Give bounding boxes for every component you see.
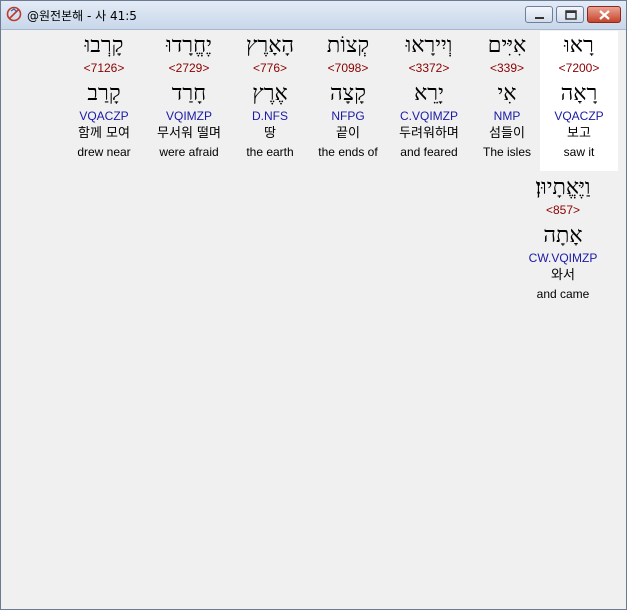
korean-gloss: 함께 모여 [78, 126, 130, 141]
parsing-code: C.VQIMZP [399, 109, 458, 123]
lemma: קָצָה [330, 81, 366, 106]
korean-gloss: 와서 [551, 268, 575, 283]
interlinear-view: רָאוּ <7200> רָאָה VQACZP 보고 saw it אִיִ… [5, 31, 622, 605]
word-column[interactable]: הָאָרֶץ <776> אֶרֶץ D.NFS 땅 the earth [231, 31, 309, 160]
maximize-button[interactable] [556, 6, 584, 23]
strong-number[interactable]: <857> [513, 203, 613, 218]
maximize-icon [565, 10, 577, 20]
lemma: אָתָה [543, 223, 583, 248]
minimize-button[interactable] [525, 6, 553, 23]
app-icon [6, 6, 22, 22]
word-column[interactable]: קָרְבוּ <7126> קָרַב VQACZP 함께 모여 drew n… [65, 31, 143, 160]
strong-number[interactable]: <7200> [540, 61, 618, 76]
english-gloss: drew near [77, 145, 131, 159]
hebrew-word: רָאוּ [564, 33, 594, 58]
lemma: אִי [497, 81, 517, 106]
korean-gloss: 무서워 떨며 [157, 126, 221, 141]
strong-number[interactable]: <3372> [390, 61, 468, 76]
strong-number[interactable]: <7098> [309, 61, 387, 76]
strong-number[interactable]: <776> [231, 61, 309, 76]
english-gloss: and feared [400, 145, 458, 159]
lemma: יָרֵא [414, 81, 444, 106]
hebrew-word: אִיִּים [487, 33, 527, 58]
hebrew-word: וְיִירָאוּ [405, 33, 453, 58]
korean-gloss: 끝이 [336, 126, 360, 141]
strong-number[interactable]: <2729> [150, 61, 228, 76]
lemma: אֶרֶץ [252, 81, 288, 106]
korean-gloss: 보고 [567, 126, 591, 141]
parsing-code: NFPG [331, 109, 365, 123]
word-column[interactable]: קְצוֹת <7098> קָצָה NFPG 끝이 the ends of [309, 31, 387, 160]
hebrew-word: קָרְבוּ [84, 33, 124, 58]
hebrew-word: וַיֶּאֱתָיוּן׃ [535, 175, 591, 200]
lemma: קָרַב [87, 81, 121, 106]
hebrew-word: יֶחֱרָדוּ [166, 33, 212, 58]
english-gloss: The isles [482, 145, 532, 159]
strong-number[interactable]: <339> [468, 61, 546, 76]
english-gloss: were afraid [159, 145, 219, 159]
hebrew-word: קְצוֹת [326, 33, 370, 58]
word-column[interactable]: אִיִּים <339> אִי NMP 섬들이 The isles [468, 31, 546, 160]
english-gloss: and came [536, 287, 590, 301]
parsing-code: VQIMZP [165, 109, 212, 123]
parsing-code: CW.VQIMZP [528, 251, 598, 265]
word-column[interactable]: וַיֶּאֱתָיוּן׃ <857> אָתָה CW.VQIMZP 와서 … [513, 173, 613, 302]
english-gloss: the earth [246, 145, 294, 159]
app-window: @원전본해 - 사 41:5 רָאוּ <7200> רָאָה VQACZP… [0, 0, 627, 610]
word-column[interactable]: יֶחֱרָדוּ <2729> חָרַד VQIMZP 무서워 떨며 wer… [150, 31, 228, 160]
lemma: חָרַד [171, 81, 207, 106]
window-title: @원전본해 - 사 41:5 [27, 9, 137, 23]
close-icon [599, 10, 610, 20]
strong-number[interactable]: <7126> [65, 61, 143, 76]
title-bar[interactable]: @원전본해 - 사 41:5 [1, 1, 626, 30]
minimize-icon [535, 17, 544, 19]
close-button[interactable] [587, 6, 621, 23]
parsing-code: D.NFS [252, 109, 288, 123]
parsing-code: NMP [493, 109, 521, 123]
korean-gloss: 땅 [264, 126, 276, 141]
parsing-code: VQACZP [554, 109, 604, 123]
hebrew-word: הָאָרֶץ [245, 33, 295, 58]
english-gloss: saw it [563, 145, 595, 159]
korean-gloss: 섬들이 [489, 126, 525, 141]
english-gloss: the ends of [318, 145, 378, 159]
parsing-code: VQACZP [79, 109, 129, 123]
word-column[interactable]: וְיִירָאוּ <3372> יָרֵא C.VQIMZP 두려워하며 a… [390, 31, 468, 160]
lemma: רָאָה [560, 81, 598, 106]
word-column[interactable]: רָאוּ <7200> רָאָה VQACZP 보고 saw it [540, 31, 618, 171]
korean-gloss: 두려워하며 [399, 126, 459, 141]
